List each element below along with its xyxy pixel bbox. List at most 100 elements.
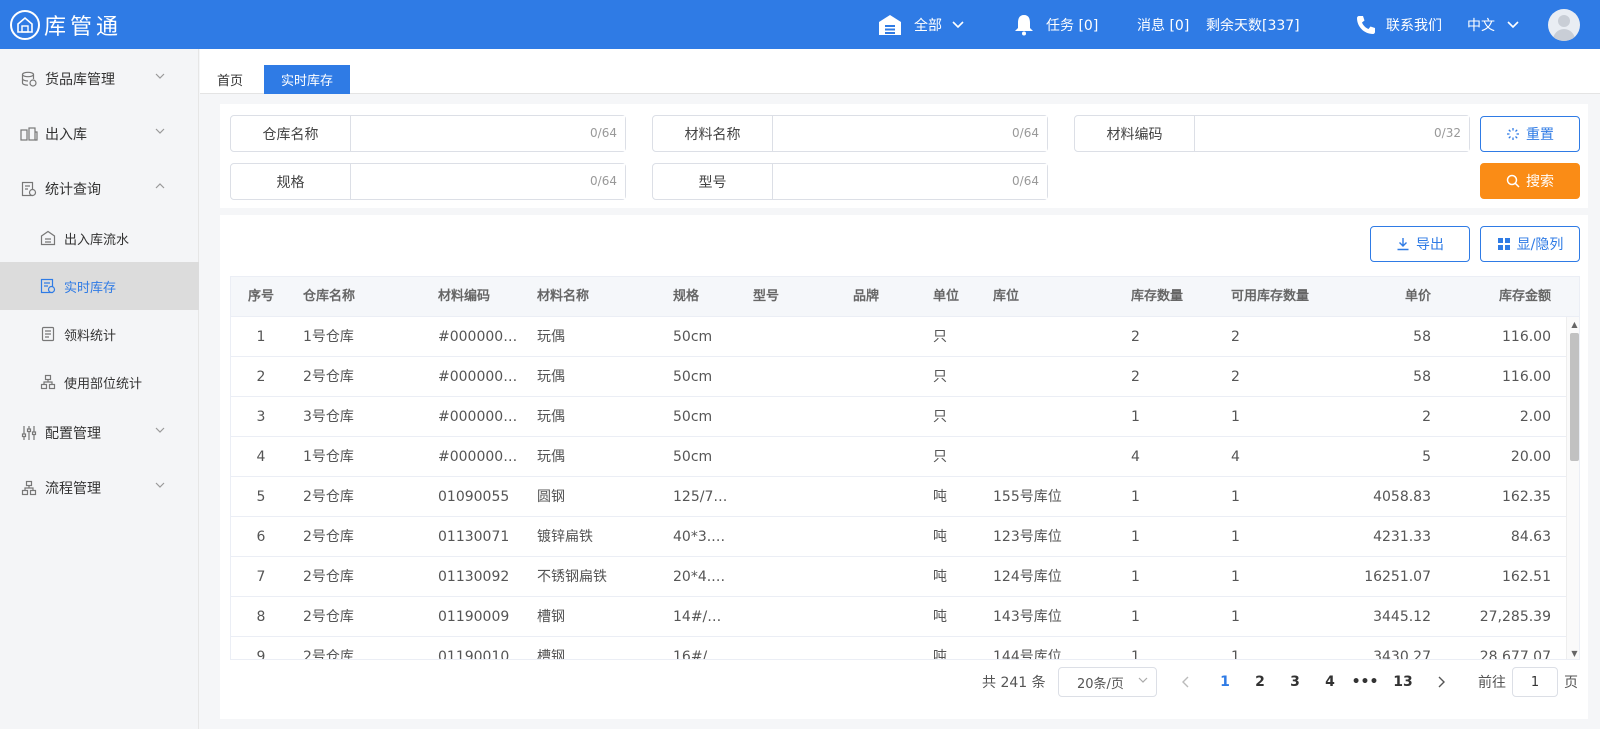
table-cell: 9 <box>256 649 266 660</box>
table-row[interactable]: 2 2号仓库 #0000000... 玩偶 50cm 只 2 2 58 116.00 <box>231 357 1566 397</box>
table-cell: 3430.27 <box>1373 649 1431 660</box>
column-header[interactable]: 可用库存数量 <box>1231 277 1331 317</box>
table-cell: 1 <box>1131 609 1140 625</box>
scroll-down-icon[interactable]: ▼ <box>1570 649 1579 658</box>
model-input[interactable] <box>773 164 1047 199</box>
page-number[interactable]: 2 <box>1245 667 1275 697</box>
table-cell: 吨 <box>933 649 947 660</box>
column-header[interactable]: 库位 <box>993 277 1123 317</box>
export-button[interactable]: 导出 <box>1370 226 1470 262</box>
spec-field: 规格 0/64 <box>230 163 626 200</box>
messages-link[interactable]: 消息 [0] <box>1137 0 1189 49</box>
table-cell: 1 <box>1131 489 1140 505</box>
tab-realtime-stock[interactable]: 实时库存 <box>264 65 350 94</box>
field-label: 仓库名称 <box>231 116 351 151</box>
search-button[interactable]: 搜索 <box>1480 163 1580 199</box>
scrollbar-thumb[interactable] <box>1570 333 1579 461</box>
column-header[interactable]: 规格 <box>673 277 729 317</box>
material-name-input[interactable] <box>773 116 1047 151</box>
column-header[interactable]: 材料编码 <box>438 277 520 317</box>
transfer-icon <box>20 125 38 143</box>
more-pages-icon[interactable]: ••• <box>1350 667 1380 697</box>
page-number[interactable]: 4 <box>1315 667 1345 697</box>
column-header[interactable]: 序号 <box>231 277 291 317</box>
prev-page-icon[interactable] <box>1171 667 1201 697</box>
sidebar-item-inout[interactable]: 出入库 <box>0 110 199 158</box>
next-page-icon[interactable] <box>1426 667 1456 697</box>
sidebar-item-statistics[interactable]: 统计查询 <box>0 165 199 213</box>
warehouse-logo-icon <box>10 9 40 40</box>
page-number[interactable]: 1 <box>1210 667 1240 697</box>
table-scrollbar[interactable]: ▲ ▼ <box>1566 317 1579 659</box>
tasks-link[interactable]: 任务 [0] <box>1014 0 1098 49</box>
toggle-columns-label: 显/隐列 <box>1516 237 1564 253</box>
reset-button[interactable]: 重置 <box>1480 116 1580 152</box>
column-header[interactable]: 型号 <box>753 277 843 317</box>
table-row[interactable]: 3 3号仓库 #0000000... 玩偶 50cm 只 1 1 2 2.00 <box>231 397 1566 437</box>
tab-home[interactable]: 首页 <box>210 65 250 94</box>
column-header[interactable]: 库存金额 <box>1431 277 1551 317</box>
table-cell: 3号仓库 <box>303 409 354 425</box>
table-row[interactable]: 6 2号仓库 01130071 镀锌扁铁 40*3.7... 吨 123号库位 1 1 4231.… <box>231 517 1566 557</box>
page-size-select[interactable]: 20条/页 <box>1058 667 1157 697</box>
table-cell: 58 <box>1413 369 1431 385</box>
warehouse-name-input[interactable] <box>351 116 625 151</box>
table-cell: 16#/1... <box>673 649 729 660</box>
warehouse-select[interactable]: 全部 <box>878 0 964 49</box>
messages-label: 消息 [0] <box>1137 17 1190 34</box>
goto-prefix: 前往 <box>1478 675 1506 691</box>
sidebar-item-goods[interactable]: 货品库管理 <box>0 55 199 103</box>
table-cell <box>853 437 923 477</box>
logo-text: 库管通 <box>44 14 123 40</box>
column-header[interactable]: 库存数量 <box>1131 277 1221 317</box>
column-header[interactable]: 品牌 <box>853 277 923 317</box>
column-header[interactable]: 单价 <box>1321 277 1431 317</box>
table-row[interactable]: 9 2号仓库 01190010 槽钢 16#/1... 吨 144号库位 1 1 3430.27 2… <box>231 637 1566 660</box>
table-cell: 2 <box>1131 369 1140 385</box>
table-cell: 3445.12 <box>1373 609 1431 625</box>
sidebar-item-config[interactable]: 配置管理 <box>0 409 199 457</box>
material-code-input[interactable] <box>1195 116 1469 151</box>
table-cell: 1 <box>1231 529 1240 545</box>
spec-input[interactable] <box>351 164 625 199</box>
toggle-columns-button[interactable]: 显/隐列 <box>1480 226 1580 262</box>
char-count: 0/32 <box>1434 126 1461 140</box>
sidebar-item-process[interactable]: 流程管理 <box>0 464 199 512</box>
table-cell <box>853 597 923 637</box>
goto-page-input[interactable] <box>1512 667 1558 697</box>
table-cell: 4 <box>1231 449 1240 465</box>
contact-link[interactable]: 联系我们 <box>1356 0 1442 49</box>
page-number[interactable]: 3 <box>1280 667 1310 697</box>
logo[interactable]: 库管通 <box>10 9 122 41</box>
chevron-down-icon <box>1507 20 1519 28</box>
avatar[interactable] <box>1548 9 1580 41</box>
language-select[interactable]: 中文 <box>1467 0 1519 49</box>
table-cell: 155号库位 <box>993 489 1062 505</box>
table-row[interactable]: 5 2号仓库 01090055 圆钢 125/7.... 吨 155号库位 1 1 4058.83… <box>231 477 1566 517</box>
scroll-up-icon[interactable]: ▲ <box>1570 320 1579 329</box>
table-cell: 40*3.7... <box>673 529 729 545</box>
table-cell: #0000000... <box>438 449 520 465</box>
sidebar-item-flow[interactable]: 出入库流水 <box>0 214 199 262</box>
table-cell <box>753 397 843 437</box>
sidebar-item-requisition[interactable]: 领料统计 <box>0 310 199 358</box>
page-number[interactable]: 13 <box>1386 667 1420 697</box>
table-cell: 只 <box>933 329 947 345</box>
table-row[interactable]: 1 1号仓库 #0000000... 玩偶 50cm 只 2 2 58 116.00 <box>231 317 1566 357</box>
table-cell <box>753 557 843 597</box>
table-row[interactable]: 7 2号仓库 01130092 不锈钢扁铁 20*4.0... 吨 124号库位 1 1 1625… <box>231 557 1566 597</box>
table-cell: 1 <box>1231 489 1240 505</box>
column-header[interactable]: 仓库名称 <box>303 277 433 317</box>
table-row[interactable]: 8 2号仓库 01190009 槽钢 14#/1... 吨 143号库位 1 1 3445.12 2… <box>231 597 1566 637</box>
char-count: 0/64 <box>590 174 617 188</box>
table-cell <box>753 517 843 557</box>
sidebar-item-realtime-stock[interactable]: 实时库存 <box>0 262 199 310</box>
column-header[interactable]: 单位 <box>933 277 983 317</box>
table-row[interactable]: 4 1号仓库 #0000000... 玩偶 50cm 只 4 4 5 20.00 <box>231 437 1566 477</box>
column-header[interactable]: 材料名称 <box>537 277 667 317</box>
table-cell: 4 <box>1131 449 1140 465</box>
search-label: 搜索 <box>1526 174 1554 190</box>
sidebar-item-label: 实时库存 <box>64 280 117 296</box>
table-cell: 1 <box>1231 609 1240 625</box>
sidebar-item-usage-part[interactable]: 使用部位统计 <box>0 358 199 406</box>
